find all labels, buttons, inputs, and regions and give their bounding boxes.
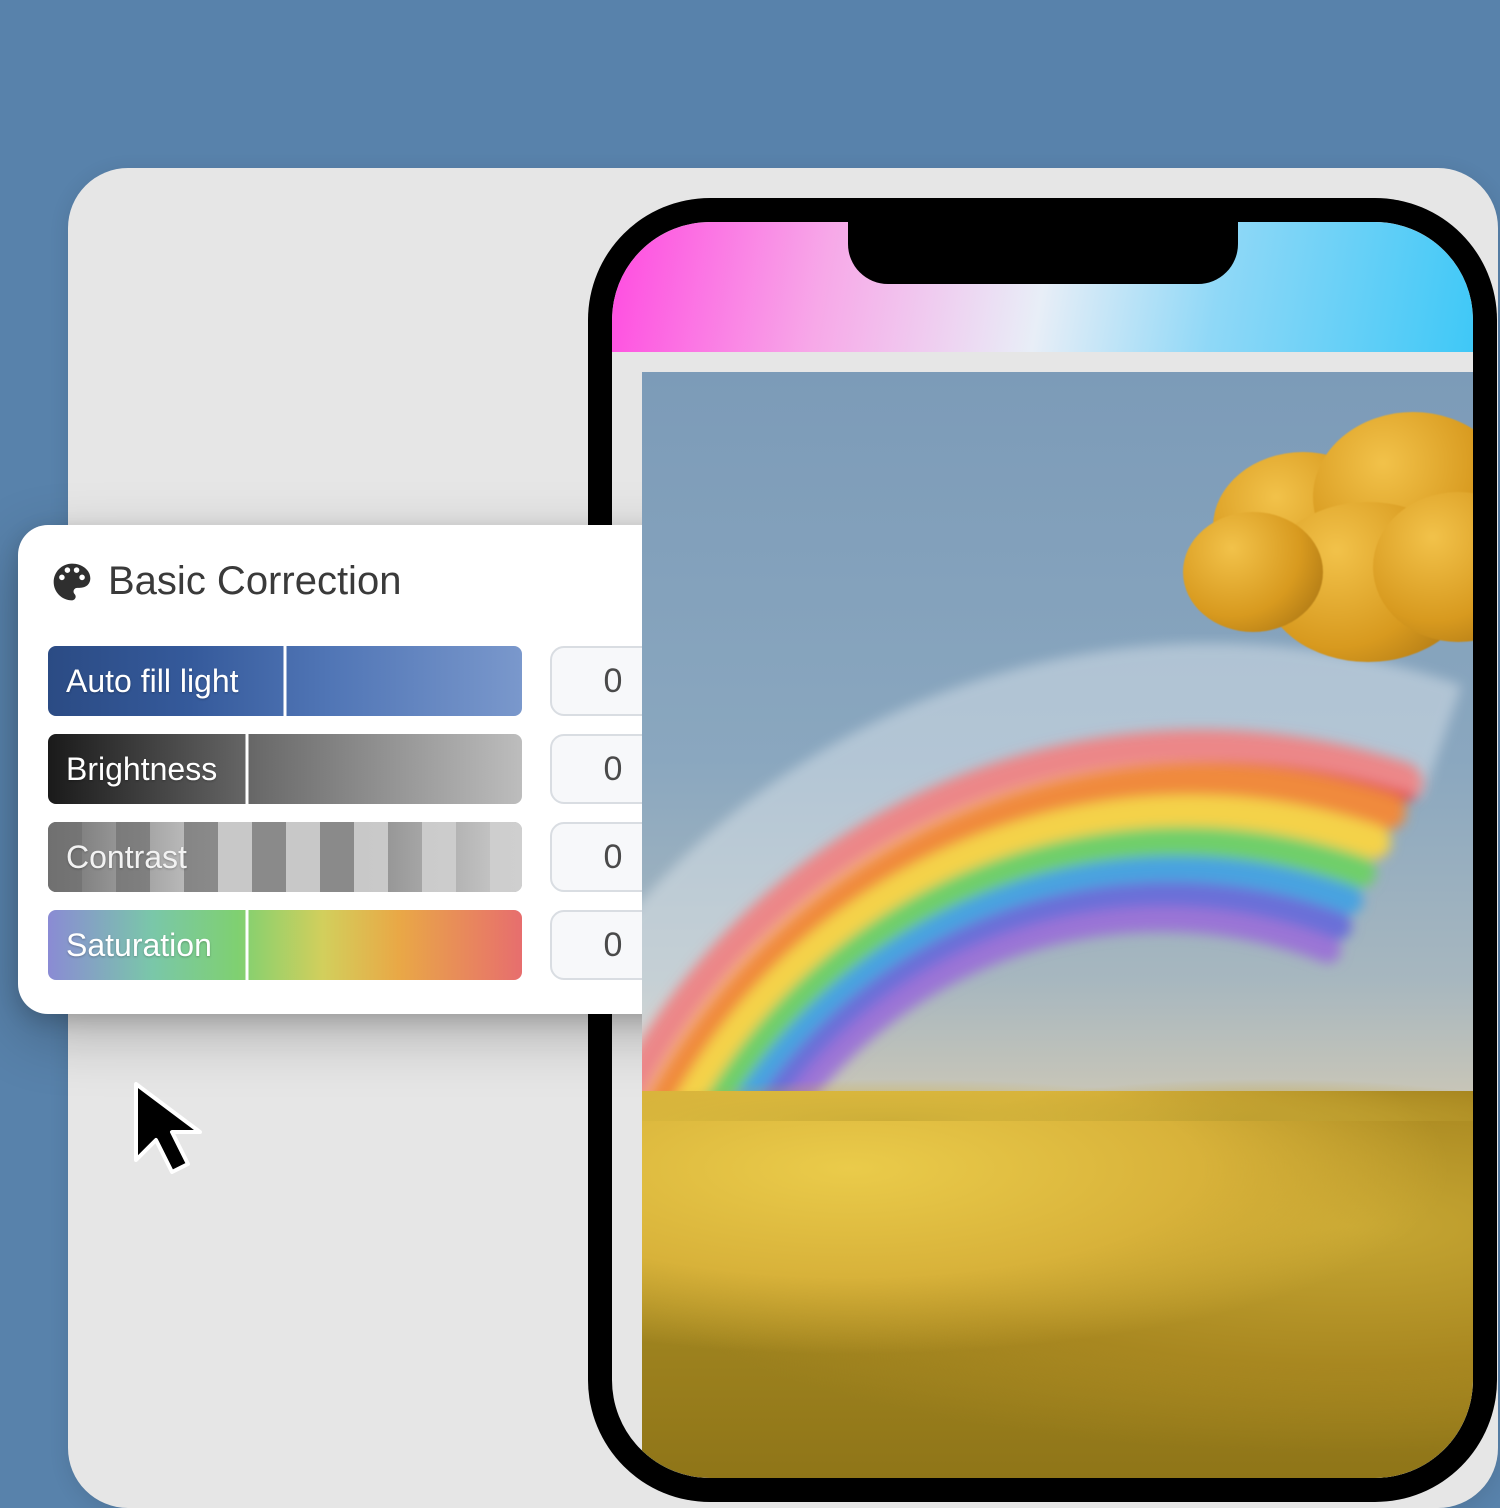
slider-label: Brightness bbox=[48, 751, 217, 788]
panel-header[interactable]: Basic Correction bbox=[48, 553, 708, 628]
row-auto-fill-light: Auto fill light 0 bbox=[48, 646, 708, 716]
phone-notch bbox=[848, 222, 1238, 284]
tree-illustration bbox=[1173, 392, 1473, 672]
slider-auto-fill-light[interactable]: Auto fill light bbox=[48, 646, 522, 716]
phone-content bbox=[642, 352, 1473, 1478]
slider-contrast[interactable]: Contrast bbox=[48, 822, 522, 892]
palette-icon bbox=[50, 560, 94, 604]
slider-center-tick bbox=[246, 910, 249, 980]
row-brightness: Brightness 0 bbox=[48, 734, 708, 804]
slider-center-tick bbox=[284, 646, 287, 716]
basic-correction-panel: Basic Correction Auto fill light 0 Brigh… bbox=[18, 525, 738, 1014]
row-saturation: Saturation 0 bbox=[48, 910, 708, 980]
slider-label: Contrast bbox=[48, 839, 187, 876]
slider-label: Auto fill light bbox=[48, 663, 239, 700]
phone-frame bbox=[590, 200, 1495, 1500]
image-preview[interactable] bbox=[642, 372, 1473, 1478]
row-contrast: Contrast 0 bbox=[48, 822, 708, 892]
panel-title: Basic Correction bbox=[108, 559, 654, 604]
slider-saturation[interactable]: Saturation bbox=[48, 910, 522, 980]
slider-brightness[interactable]: Brightness bbox=[48, 734, 522, 804]
slider-label: Saturation bbox=[48, 927, 212, 964]
slider-center-tick bbox=[246, 734, 249, 804]
